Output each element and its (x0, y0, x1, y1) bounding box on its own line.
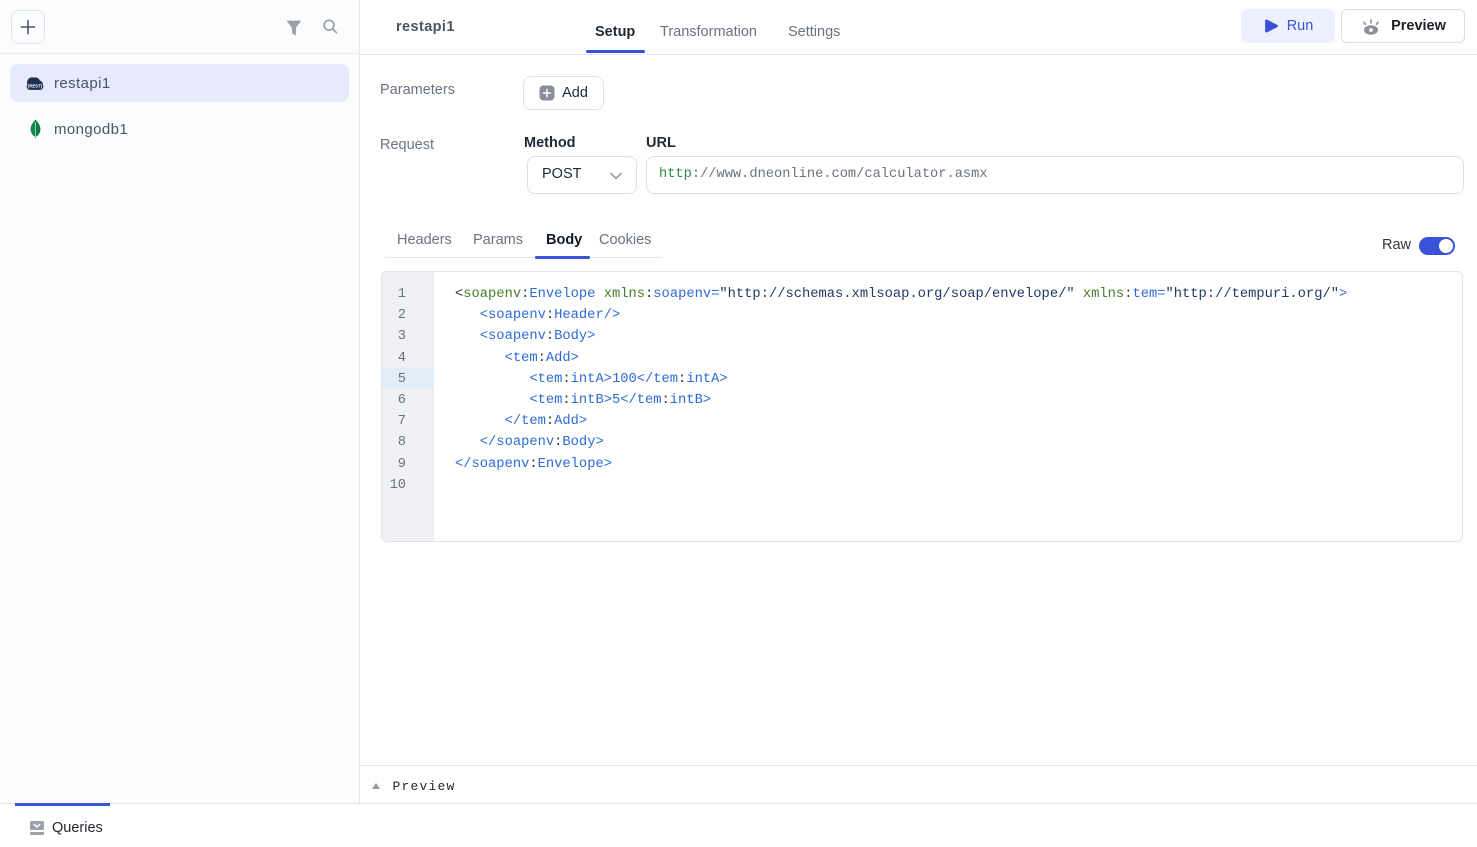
svg-text:{REST}: {REST} (28, 83, 42, 88)
